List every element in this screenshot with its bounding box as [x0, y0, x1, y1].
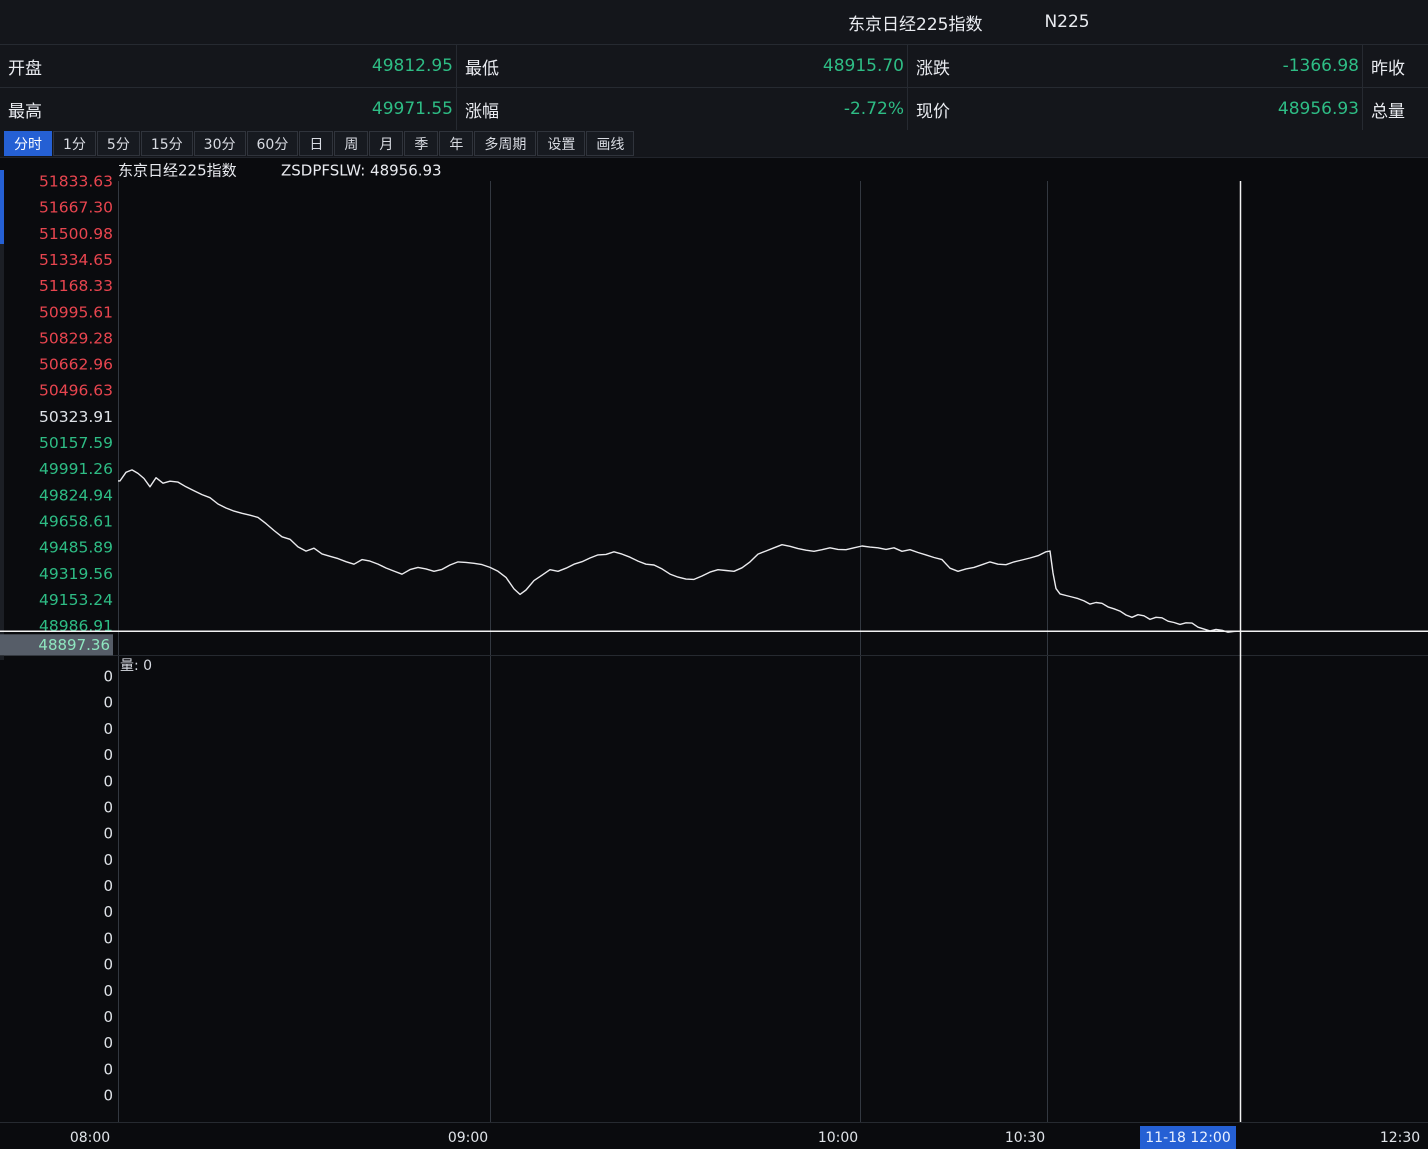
period-tab[interactable]: 月 — [369, 131, 403, 156]
chart-area[interactable]: 51833.63 51667.30 51500.98 51334.65 51168.33… — [0, 158, 1428, 1149]
title-row: 东京日经225指数 N225 — [0, 0, 1428, 44]
period-tab[interactable]: 1分 — [53, 131, 96, 156]
period-tab[interactable]: 分时 — [4, 131, 52, 156]
quote-cell: 昨收 — [1363, 44, 1428, 87]
x-axis-label: 10:00 — [818, 1130, 858, 1146]
quote-cell: 最低 48915.70 — [457, 44, 908, 87]
y-axis-label: 49319.56 — [39, 565, 113, 583]
quote-value: 49812.95 — [372, 56, 453, 76]
y-axis-label: 49824.94 — [39, 486, 113, 504]
y-axis-label: 51334.65 — [39, 251, 113, 269]
volume-axis-label: 0 — [103, 851, 113, 869]
chart-indicator: ZSDPFSLW: 48956.93 — [281, 162, 442, 180]
volume-axis-label: 0 — [103, 982, 113, 1000]
volume-axis-label: 0 — [103, 720, 113, 738]
quote-value: 48956.93 — [1278, 99, 1359, 119]
current-time-chip: 11-18 12:00 — [1145, 1130, 1230, 1146]
volume-axis-label: 0 — [103, 1008, 113, 1026]
y-axis-label: 49153.24 — [39, 591, 113, 609]
period-tab[interactable]: 30分 — [194, 131, 246, 156]
volume-axis-label: 0 — [103, 799, 113, 817]
quote-value: 48915.70 — [823, 56, 904, 76]
volume-axis-label: 0 — [103, 1060, 113, 1078]
volume-axis-label: 0 — [103, 903, 113, 921]
intraday-chart[interactable]: 51833.63 51667.30 51500.98 51334.65 51168.33… — [0, 158, 1428, 1149]
quote-value: -2.72% — [844, 99, 904, 119]
y-axis-label: 49658.61 — [39, 513, 113, 531]
price-line — [118, 470, 1240, 632]
quote-label: 涨跌 — [916, 54, 950, 79]
y-axis-label: 49991.26 — [39, 460, 113, 478]
quote-value: 49971.55 — [372, 99, 453, 119]
y-axis-label: 48986.91 — [39, 617, 113, 635]
quote-label: 开盘 — [8, 54, 42, 79]
volume-axis-label: 0 — [103, 1034, 113, 1052]
y-axis-label: 50829.28 — [39, 329, 113, 347]
quote-cell: 开盘 49812.95 — [0, 44, 457, 87]
volume-pane-label: 量: 0 — [120, 658, 152, 674]
volume-axis-label: 0 — [103, 1087, 113, 1105]
quote-value: -1366.98 — [1283, 56, 1359, 76]
y-axis-label: 50662.96 — [39, 356, 113, 374]
instrument-symbol: N225 — [1044, 12, 1089, 32]
quote-label: 总量 — [1371, 97, 1405, 122]
x-axis-label: 08:00 — [70, 1130, 110, 1146]
period-tab[interactable]: 设置 — [537, 131, 585, 156]
period-tab[interactable]: 季 — [404, 131, 438, 156]
quote-grid: 开盘 49812.95 最低 48915.70 涨跌 -1366.98 昨收最高 49971.… — [0, 44, 1428, 131]
chart-title: 东京日经225指数 — [118, 162, 237, 180]
period-tab[interactable]: 周 — [334, 131, 368, 156]
y-axis-label: 50157.59 — [39, 434, 113, 452]
period-tab[interactable]: 多周期 — [474, 131, 536, 156]
volume-axis-label: 0 — [103, 929, 113, 947]
quote-cell: 涨幅 -2.72% — [457, 87, 908, 130]
y-axis-label: 51667.30 — [39, 199, 113, 217]
y-axis-label: 49485.89 — [39, 539, 113, 557]
x-axis-label: 10:30 — [1005, 1130, 1045, 1146]
x-axis-label: 12:30 — [1380, 1130, 1420, 1146]
y-axis-label: 50995.61 — [39, 303, 113, 321]
quote-label: 涨幅 — [465, 97, 499, 122]
period-tab[interactable]: 年 — [439, 131, 473, 156]
x-axis-label: 09:00 — [448, 1130, 488, 1146]
period-tab[interactable]: 60分 — [247, 131, 299, 156]
volume-axis-label: 0 — [103, 694, 113, 712]
period-tab[interactable]: 画线 — [586, 131, 634, 156]
quote-cell: 总量 — [1363, 87, 1428, 130]
volume-axis-label: 0 — [103, 877, 113, 895]
scrollbar-thumb[interactable] — [0, 170, 4, 244]
instrument-title: 东京日经225指数 — [848, 10, 982, 35]
quote-cell: 涨跌 -1366.98 — [908, 44, 1363, 87]
y-axis-label: 51833.63 — [39, 173, 113, 191]
volume-axis-label: 0 — [103, 746, 113, 764]
period-tab[interactable]: 5分 — [97, 131, 140, 156]
period-tabbar: 分时1分5分15分30分60分日周月季年多周期设置画线 — [0, 130, 1428, 158]
current-price-tag: 48897.36 — [38, 636, 110, 654]
quote-label: 最低 — [465, 54, 499, 79]
y-axis-label: 51500.98 — [39, 225, 113, 243]
y-axis-label: 50496.63 — [39, 382, 113, 400]
y-axis-label: 50323.91 — [39, 408, 113, 426]
quote-label: 最高 — [8, 97, 42, 122]
volume-axis-label: 0 — [103, 825, 113, 843]
volume-axis-label: 0 — [103, 668, 113, 686]
volume-axis-label: 0 — [103, 956, 113, 974]
period-tab[interactable]: 15分 — [141, 131, 193, 156]
volume-axis-label: 0 — [103, 772, 113, 790]
quote-label: 昨收 — [1371, 54, 1405, 79]
quote-cell: 最高 49971.55 — [0, 87, 457, 130]
header: 东京日经225指数 N225 开盘 49812.95 最低 48915.70 涨跌 -13… — [0, 0, 1428, 130]
quote-label: 现价 — [916, 97, 950, 122]
y-axis-label: 51168.33 — [39, 277, 113, 295]
quote-cell: 现价 48956.93 — [908, 87, 1363, 130]
period-tab[interactable]: 日 — [299, 131, 333, 156]
